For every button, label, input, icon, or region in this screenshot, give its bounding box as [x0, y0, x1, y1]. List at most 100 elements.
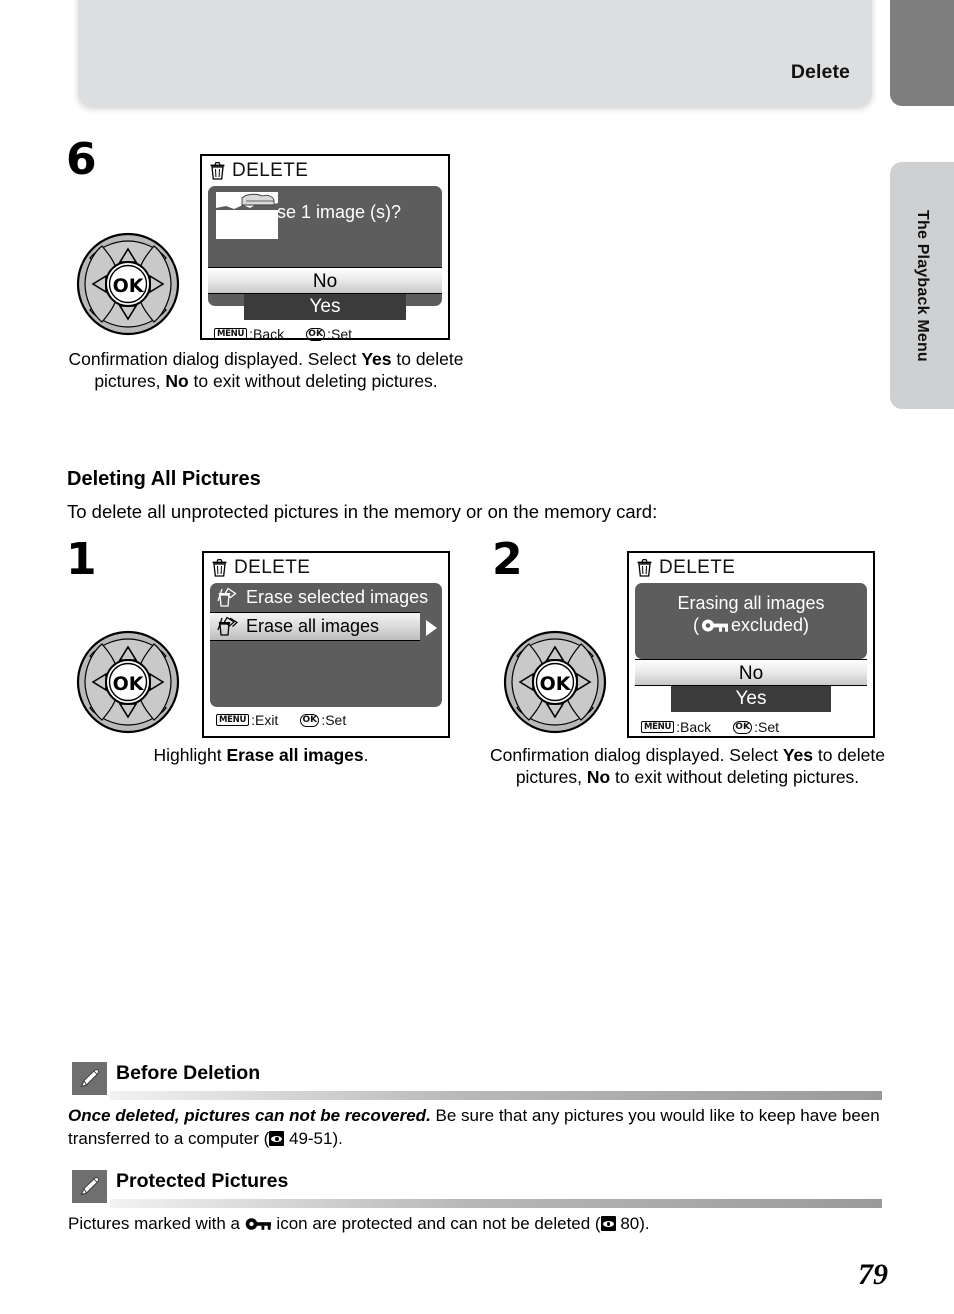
trash-icon — [637, 559, 652, 577]
lcd-screen-step1: DELETE Erase selected images Erase all i… — [202, 551, 450, 738]
page-reference-eye-icon — [600, 1216, 616, 1231]
caption-emphasis: Yes — [782, 745, 813, 765]
key-icon — [245, 1214, 272, 1230]
foot-back-step2: MENU :Back — [641, 719, 711, 735]
confirm-message-line1: Erasing all images — [677, 593, 825, 613]
note-text: Pictures marked with a — [68, 1214, 245, 1233]
pencil-note-icon-2 — [72, 1170, 107, 1203]
option-no-step2[interactable]: No — [635, 659, 867, 686]
trash-icon — [212, 559, 227, 577]
caption-emphasis: No — [586, 767, 611, 788]
pencil-note-icon-1 — [72, 1062, 107, 1095]
dpad-icon: OK — [76, 630, 180, 734]
step2-caption: Confirmation dialog displayed. Select Ye… — [490, 744, 885, 788]
lcd-title-text-step6: DELETE — [232, 160, 309, 181]
section-subtext: To delete all unprotected pictures in th… — [67, 501, 658, 522]
svg-text:OK: OK — [113, 275, 145, 297]
ok-key-icon: OK — [733, 720, 753, 734]
note-text: icon are protected and can not be delete… — [271, 1214, 601, 1233]
note-text: 80). — [615, 1214, 650, 1233]
thumbnail-photo-icon — [216, 192, 278, 239]
key-icon — [701, 619, 728, 633]
svg-text:OK: OK — [113, 673, 145, 695]
page-header-bar: Delete — [78, 0, 872, 106]
side-chapter-tab-label: The Playback Menu — [914, 209, 931, 362]
multi-selector-dpad-step6[interactable]: OK — [76, 232, 180, 336]
lcd-title-text-step2: DELETE — [659, 557, 736, 578]
lcd-title-bar-step1: DELETE — [204, 553, 448, 583]
step1-caption: Highlight Erase all images. — [66, 744, 456, 766]
step-number-6: 6 — [66, 134, 97, 185]
erase-selected-icon — [217, 587, 237, 607]
menu-item-erase-all[interactable]: Erase all images — [210, 612, 420, 641]
trash-icon — [210, 162, 225, 180]
lcd-title-bar-step2: DELETE — [629, 553, 873, 583]
foot-set-label-step1: :Set — [321, 712, 347, 728]
lcd-title-bar-step6: DELETE — [202, 156, 448, 186]
note-title-2: Protected Pictures — [116, 1170, 289, 1192]
menu-key-icon: MENU — [216, 714, 250, 726]
foot-set-label-step2: :Set — [754, 719, 780, 735]
page-reference-eye-icon — [269, 1131, 285, 1147]
note-title-1: Before Deletion — [116, 1062, 261, 1084]
option-yes-step2[interactable]: Yes — [671, 686, 831, 712]
foot-exit-label-step1: :Exit — [251, 712, 279, 728]
caption-emphasis: Yes — [361, 349, 392, 369]
caption-text: . — [363, 745, 369, 765]
foot-back-label-step2: :Back — [676, 719, 712, 735]
dpad-icon: OK — [76, 232, 180, 336]
caption-text: Confirmation dialog displayed. Select — [68, 349, 362, 369]
note-text: 49-51). — [284, 1129, 343, 1149]
caption-emphasis: No — [165, 371, 189, 392]
page-number: 79 — [858, 1258, 888, 1291]
paren-open: ( — [692, 614, 699, 635]
ok-key-icon: OK — [300, 713, 320, 727]
caption-text: Highlight — [153, 745, 227, 765]
caption-text: to exit without deleting pictures. — [188, 371, 438, 392]
lcd-content-step2: Erasing all images ( excluded) — [635, 583, 867, 659]
corner-tab-marker — [890, 0, 954, 106]
menu-item-erase-selected[interactable]: Erase selected images — [210, 583, 442, 612]
foot-set-step6: OK :Set — [306, 326, 352, 342]
caption-emphasis: Erase all images — [226, 745, 364, 765]
foot-exit-step1: MENU :Exit — [216, 712, 278, 728]
menu-key-icon: MENU — [214, 328, 248, 340]
dpad-icon: OK — [503, 630, 607, 734]
confirm-options-step2: No Yes — [635, 659, 867, 712]
menu-item-label: Erase selected images — [246, 587, 429, 607]
page-title: Delete — [790, 61, 850, 83]
note-rule-1 — [110, 1091, 882, 1100]
lcd-footer-step2: MENU :Back OK :Set — [629, 712, 873, 738]
lcd-screen-step6: DELETE Erase 1 image (s)? No Yes MENU :B… — [200, 154, 450, 342]
multi-selector-dpad-step2[interactable]: OK — [503, 630, 607, 734]
menu-item-label: Erase all images — [246, 616, 380, 636]
foot-set-step2: OK :Set — [733, 719, 779, 735]
lcd-screen-step2: DELETE Erasing all images ( excluded) No… — [627, 551, 875, 738]
pencil-icon — [80, 1176, 100, 1196]
step-number-2: 2 — [492, 534, 523, 585]
menu-key-icon: MENU — [641, 721, 675, 733]
lcd-menu-step1: Erase selected images Erase all images — [210, 583, 442, 707]
note-emphasis: Once deleted, pictures can not be recove… — [68, 1106, 431, 1125]
option-no-step6[interactable]: No — [208, 267, 442, 294]
foot-set-label-step6: :Set — [327, 326, 353, 342]
image-thumbnail — [216, 192, 278, 239]
note-body-1: Once deleted, pictures can not be recove… — [68, 1104, 884, 1151]
erase-all-icon — [217, 616, 238, 636]
caption-text: to exit without deleting pictures. — [610, 767, 860, 788]
foot-back-step6: MENU :Back — [214, 326, 284, 342]
pencil-icon — [80, 1068, 100, 1088]
step-number-1: 1 — [66, 534, 97, 585]
note-rule-2 — [110, 1199, 882, 1208]
note-body-2: Pictures marked with a icon are protecte… — [68, 1212, 884, 1235]
lcd-footer-step6: MENU :Back OK :Set — [202, 321, 448, 347]
multi-selector-dpad-step1[interactable]: OK — [76, 630, 180, 734]
caption-text: Confirmation dialog displayed. Select — [490, 745, 783, 765]
confirm-message-line2: ( excluded) — [635, 615, 867, 637]
option-yes-step6[interactable]: Yes — [244, 294, 406, 320]
side-chapter-tab: The Playback Menu — [890, 162, 954, 409]
excluded-label: excluded) — [730, 614, 810, 635]
svg-text:OK: OK — [540, 673, 572, 695]
section-heading: Deleting All Pictures — [67, 468, 261, 490]
lcd-footer-step1: MENU :Exit OK :Set — [204, 707, 448, 733]
